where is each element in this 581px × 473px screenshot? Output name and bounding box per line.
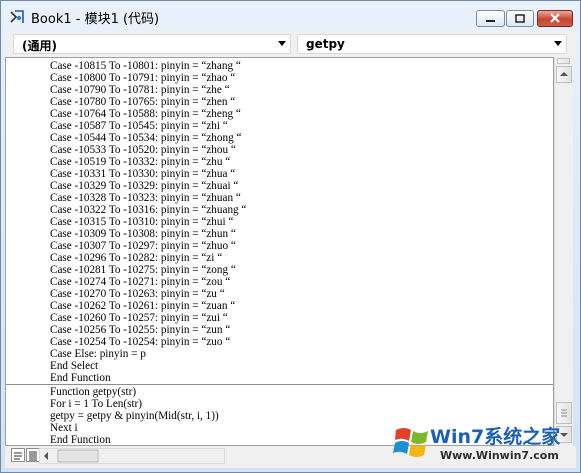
windows-logo-icon — [393, 428, 428, 457]
full-module-view-icon — [29, 451, 37, 461]
object-dropdown-value: (通用) — [22, 39, 57, 53]
code-line: Case -10533 To -10520: pinyin = “zhou “ — [50, 144, 236, 156]
code-line: Case -10322 To -10316: pinyin = “zhuang … — [50, 204, 247, 216]
code-line: End Function — [50, 372, 111, 384]
vertical-scrollbar[interactable] — [554, 57, 573, 446]
chevron-down-icon[interactable] — [278, 41, 286, 46]
code-line: Case -10281 To -10275: pinyin = “zong “ — [50, 264, 236, 276]
horizontal-scrollbar[interactable] — [39, 448, 225, 464]
maximize-button[interactable] — [506, 10, 534, 27]
restore-icon — [515, 14, 525, 23]
scroll-up-button[interactable] — [556, 66, 572, 83]
procedure-separator — [6, 384, 553, 385]
hscroll-track — [44, 449, 99, 463]
chevron-down-icon[interactable] — [554, 41, 562, 46]
code-line: Case -10307 To -10297: pinyin = “zhuo “ — [50, 240, 236, 252]
object-dropdown[interactable]: (通用) — [13, 34, 291, 54]
code-line: Case -10270 To -10263: pinyin = “zu “ — [50, 288, 225, 300]
code-line: Case -10331 To -10330: pinyin = “zhua “ — [50, 168, 236, 180]
code-line: Case -10262 To -10261: pinyin = “zuan “ — [50, 300, 236, 312]
code-line: Case -10260 To -10257: pinyin = “zui “ — [50, 312, 228, 324]
code-line: Case -10815 To -10801: pinyin = “zhang “ — [50, 60, 241, 72]
code-line: Case -10519 To -10332: pinyin = “zhu “ — [50, 156, 231, 168]
code-editor[interactable]: Case -10815 To -10801: pinyin = “zhang “… — [5, 57, 554, 446]
code-line: Function getpy(str) — [50, 386, 137, 398]
code-line: Case -10254 To -10254: pinyin = “zuo “ — [50, 336, 231, 348]
code-line: Case -10800 To -10791: pinyin = “zhao “ — [50, 72, 236, 84]
code-line: Case -10790 To -10781: pinyin = “zhe “ — [50, 84, 230, 96]
code-line: End Select — [50, 360, 99, 372]
code-line: Case -10315 To -10310: pinyin = “zhui “ — [50, 216, 234, 228]
code-block-lower: Function getpy(str) For i = 1 To Len(str… — [50, 386, 219, 446]
code-line: getpy = getpy & pinyin(Mid(str, i, 1)) — [50, 410, 219, 422]
code-line: Next i — [50, 422, 78, 434]
code-line: Case -10780 To -10765: pinyin = “zhen “ — [50, 96, 236, 108]
vba-module-icon — [10, 10, 24, 23]
code-line: Case -10274 To -10271: pinyin = “zou “ — [50, 276, 231, 288]
minimize-icon — [486, 20, 495, 22]
watermark-url: Www.Winwin7.com — [440, 449, 559, 462]
code-line: Case -10764 To -10588: pinyin = “zheng “ — [50, 108, 241, 120]
code-line: Case -10329 To -10329: pinyin = “zhuai “ — [50, 180, 239, 192]
code-block-upper: Case -10815 To -10801: pinyin = “zhang “… — [50, 60, 246, 384]
code-line: Case -10587 To -10545: pinyin = “zhi “ — [50, 120, 228, 132]
code-line: Case -10309 To -10308: pinyin = “zhun “ — [50, 228, 236, 240]
code-line: Case Else: pinyin = p — [50, 348, 146, 360]
combo-toolbar: (通用) getpy — [5, 31, 576, 57]
full-module-view-button[interactable] — [26, 448, 40, 462]
procedure-dropdown[interactable]: getpy — [297, 34, 567, 54]
code-line: End Function — [50, 434, 111, 446]
watermark-title: Win7系统之家 — [430, 426, 561, 448]
procedure-view-button[interactable] — [11, 448, 25, 462]
window-title: Book1 - 模块1 (代码) — [31, 12, 160, 27]
watermark: Win7系统之家 Www.Winwin7.com — [388, 416, 578, 470]
close-button[interactable] — [537, 10, 573, 27]
code-line: Case -10296 To -10282: pinyin = “zi “ — [50, 252, 223, 264]
procedure-dropdown-value: getpy — [306, 37, 345, 51]
close-icon — [550, 13, 560, 23]
code-line: For i = 1 To Len(str) — [50, 398, 143, 410]
minimize-button[interactable] — [476, 10, 505, 27]
split-bar-handle[interactable] — [557, 58, 570, 64]
vbe-code-window: Book1 - 模块1 (代码) (通用) getpy Case -10815 … — [0, 0, 581, 473]
code-line: Case -10328 To -10323: pinyin = “zhuan “ — [50, 192, 241, 204]
title-bar[interactable]: Book1 - 模块1 (代码) — [1, 1, 580, 31]
code-line: Case -10256 To -10255: pinyin = “zun “ — [50, 324, 231, 336]
procedure-view-icon — [14, 452, 22, 460]
chevron-up-icon — [560, 72, 568, 76]
code-line: Case -10544 To -10534: pinyin = “zhong “ — [50, 132, 242, 144]
